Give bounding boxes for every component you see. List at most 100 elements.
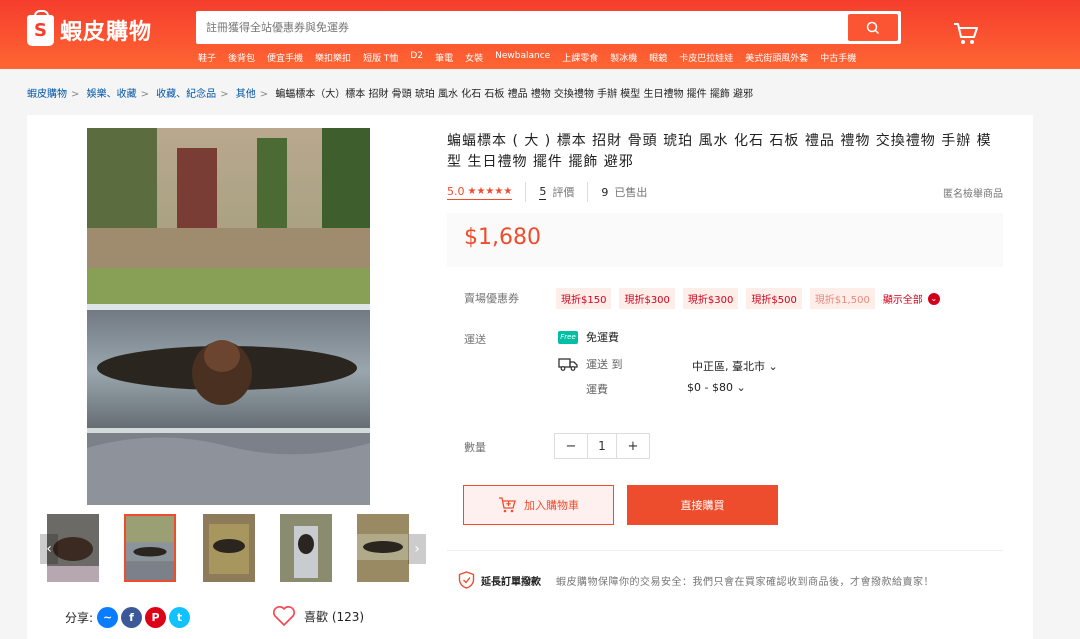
search-button[interactable]	[848, 14, 898, 41]
hotword-link[interactable]: 短版 T恤	[363, 51, 398, 64]
chevron-down-icon: ⌄	[768, 360, 778, 373]
truck-icon	[558, 358, 578, 371]
quantity-input[interactable]: 1	[587, 434, 617, 458]
hotword-link[interactable]: 中古手機	[820, 51, 856, 64]
messenger-icon[interactable]: ~	[97, 607, 119, 628]
guarantee-row: 延長訂單撥款 蝦皮購物保障你的交易安全：我們只會在買家確認收到商品後，才會撥款給…	[458, 571, 934, 589]
heart-icon	[273, 606, 295, 626]
rating-link[interactable]: 5.0 ★★★★★	[447, 184, 513, 200]
shield-icon	[458, 571, 475, 589]
shipping-label: 運送	[464, 333, 486, 346]
breadcrumb-link[interactable]: 收藏、紀念品	[156, 89, 216, 100]
product-meta: 5.0 ★★★★★ 5 評價 9 已售出 匿名檢舉商品	[447, 181, 1003, 203]
hotword-link[interactable]: 製冰機	[610, 51, 637, 64]
pinterest-icon[interactable]: P	[145, 607, 167, 628]
product-price: $1,680	[464, 225, 541, 250]
review-count[interactable]: 5	[539, 185, 547, 200]
hotword-link[interactable]: 眼鏡	[649, 51, 667, 64]
share-row: 分享: ~ f P t	[65, 607, 191, 628]
minus-button[interactable]: −	[555, 434, 587, 458]
ship-destination-select[interactable]: 中正區, 臺北市 ⌄	[692, 358, 778, 374]
voucher-label: 賣場優惠券	[464, 292, 519, 305]
thumbnail-strip: ‹ ›	[40, 514, 426, 584]
hot-keywords: 鞋子 後背包 便宜手機 樂扣樂扣 短版 T恤 D2 筆電 女裝 Newbalan…	[198, 51, 856, 64]
hotword-link[interactable]: 筆電	[435, 51, 453, 64]
ship-to: 運送 到	[558, 356, 623, 372]
guarantee-title[interactable]: 延長訂單撥款	[481, 573, 541, 588]
chevron-right-icon: >	[220, 89, 229, 100]
hotword-link[interactable]: 上課零食	[562, 51, 598, 64]
hotword-link[interactable]: 後背包	[228, 51, 255, 64]
shipping-fee-select[interactable]: $0 - $80 ⌄	[687, 381, 746, 394]
sold-count: 9	[601, 185, 609, 199]
sold-label: 已售出	[614, 186, 648, 199]
voucher-tag[interactable]: 現折$1,500	[809, 288, 875, 309]
hotword-link[interactable]: D2	[410, 51, 423, 64]
thumbnail[interactable]	[203, 514, 255, 582]
guarantee-text: 蝦皮購物保障你的交易安全：我們只會在買家確認收到商品後，才會撥款給賣家！	[556, 576, 934, 588]
show-all-vouchers[interactable]: 顯示全部 ⌄	[883, 291, 940, 306]
voucher-tag[interactable]: 現折$500	[746, 288, 802, 309]
rating-value: 5.0	[447, 184, 465, 198]
thumbnail-selected[interactable]	[124, 514, 176, 582]
show-all-label: 顯示全部	[882, 295, 923, 306]
plus-button[interactable]: +	[617, 434, 649, 458]
search-icon	[866, 21, 880, 34]
logo-text: 蝦皮購物	[60, 20, 153, 45]
add-to-cart-label: 加入購物車	[524, 499, 579, 512]
free-shipping-text: 免運費	[586, 331, 619, 344]
breadcrumb-link[interactable]: 其他	[236, 89, 256, 100]
voucher-tag[interactable]: 現折$300	[682, 288, 739, 309]
chevron-left-icon[interactable]: ‹	[40, 534, 58, 564]
voucher-tag[interactable]: 現折$300	[619, 288, 675, 309]
breadcrumb-link[interactable]: 蝦皮購物	[27, 89, 67, 100]
buy-now-button[interactable]: 直接購買	[627, 485, 778, 525]
chevron-down-icon: ⌄	[927, 292, 940, 305]
shipping-fee-label: 運費	[586, 383, 608, 396]
price-box: $1,680	[447, 213, 1003, 267]
free-shipping-icon: Free	[558, 330, 578, 344]
ship-to-label: 運送 到	[586, 358, 623, 371]
chevron-right-icon[interactable]: ›	[408, 534, 426, 564]
like-count: 喜歡 (123)	[304, 609, 365, 624]
add-to-cart-icon	[499, 497, 516, 513]
breadcrumb: 蝦皮購物 > 娛樂、收藏 > 收藏、紀念品 > 其他 > 蝙蝠標本（大）標本 招財 骨頭…	[27, 85, 753, 100]
voucher-tag[interactable]: 現折$150	[556, 288, 612, 309]
thumbnail[interactable]	[357, 514, 409, 582]
search-input[interactable]	[206, 11, 836, 44]
report-link[interactable]: 匿名檢舉商品	[943, 185, 1003, 200]
chevron-right-icon: >	[71, 89, 80, 100]
hotword-link[interactable]: 女裝	[465, 51, 483, 64]
divider	[447, 550, 1003, 551]
hotword-link[interactable]: 便宜手機	[267, 51, 303, 64]
shopee-logo[interactable]: S 蝦皮購物	[27, 9, 153, 46]
cart-icon[interactable]	[953, 22, 979, 46]
quantity-label: 數量	[464, 441, 486, 454]
facebook-icon[interactable]: f	[121, 607, 143, 628]
logo-letter: S	[34, 19, 47, 41]
thumbnail[interactable]	[280, 514, 332, 582]
shipping-fee: $0 - $80	[687, 381, 733, 394]
chevron-right-icon: >	[259, 89, 269, 100]
chevron-right-icon: >	[140, 89, 149, 100]
review-label: 評價	[552, 186, 575, 199]
quantity-stepper: − 1 +	[554, 433, 650, 459]
hotword-link[interactable]: Newbalance	[495, 51, 550, 64]
like-button[interactable]: 喜歡 (123)	[272, 605, 364, 627]
hotword-link[interactable]: 鞋子	[198, 51, 216, 64]
twitter-icon[interactable]: t	[169, 607, 191, 628]
product-main-image[interactable]	[87, 128, 370, 505]
product-title: 蝙蝠標本 ( 大 ) 標本 招財 骨頭 琥珀 風水 化石 石板 禮品 禮物 交換…	[447, 133, 992, 170]
voucher-list: 現折$150 現折$300 現折$300 現折$500 現折$1,500 顯示全…	[556, 288, 940, 309]
share-label: 分享:	[65, 611, 94, 625]
free-shipping: Free 免運費	[558, 329, 619, 345]
hotword-link[interactable]: 樂扣樂扣	[315, 51, 351, 64]
add-to-cart-button[interactable]: 加入購物車	[463, 485, 614, 525]
bat-specimen-image	[87, 128, 370, 505]
chevron-down-icon: ⌄	[736, 381, 746, 394]
hotword-link[interactable]: 卡皮巴拉娃娃	[679, 51, 733, 64]
breadcrumb-link[interactable]: 娛樂、收藏	[87, 89, 137, 100]
product-card: ‹ › 分享: ~ f P t 喜歡 (123) 蝙蝠標本 ( 大 ) 標本 招…	[27, 115, 1033, 639]
hotword-link[interactable]: 美式街頭風外套	[745, 51, 808, 64]
star-icon: ★★★★★	[467, 185, 513, 197]
